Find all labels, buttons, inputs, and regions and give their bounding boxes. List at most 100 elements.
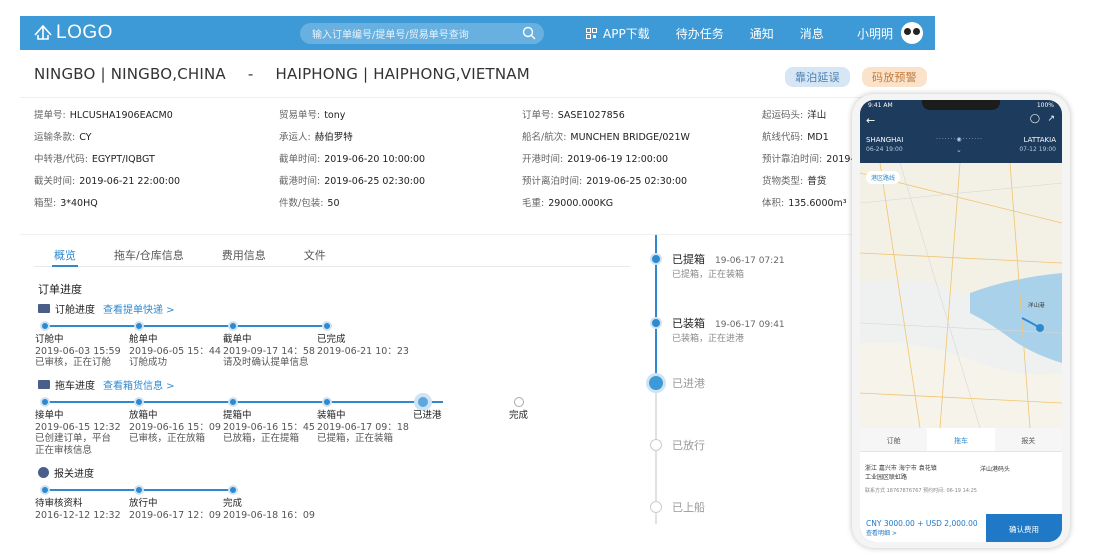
phone-price[interactable]: CNY 3000.00 + USD 2,000.00 查看明细 >	[860, 514, 986, 542]
info-label: 箱型:	[34, 198, 57, 209]
info-label: 提单号:	[34, 110, 66, 121]
info-field-c4-2: 预计靠泊时间: 2019-	[762, 151, 854, 165]
timeline-status-label: 已提箱	[672, 253, 705, 266]
search-input[interactable]: 输入订单编号/提单号/贸易单号查询	[300, 23, 544, 44]
tab-truck-warehouse[interactable]: 拖车/仓库信息	[114, 235, 184, 266]
step-t: 已进港	[413, 410, 442, 421]
info-field-c3-4: 毛重: 29000.000KG	[522, 195, 613, 209]
customs-progress-label: 报关进度	[54, 469, 94, 480]
view-bl-express-link[interactable]: 查看提单快递 >	[103, 301, 175, 316]
phone-battery: 100%	[1036, 102, 1054, 109]
customs-track: 待审核资料 2016-12-12 12:32 放行中 2019-06-17 12：09…	[35, 484, 638, 521]
tab-fees[interactable]: 费用信息	[222, 235, 266, 266]
info-value: CY	[79, 132, 92, 143]
timeline-status-label: 已放行	[672, 439, 705, 452]
info-label: 货物类型:	[762, 176, 804, 187]
nav-app-download[interactable]: APP下载	[586, 25, 650, 42]
booking-step-dot	[322, 321, 332, 331]
phone-screen: 9:41 AM 100% ← ◯ ↗ SHANGHAI 06-24 19:00 …	[860, 100, 1062, 542]
route-bar: NINGBO | NINGBO,CHINA - HAIPHONG | HAIPH…	[20, 50, 935, 98]
avatar[interactable]	[901, 22, 923, 44]
share-icon[interactable]: ↗	[1047, 114, 1055, 124]
top-nav: APP下载 待办任务 通知 消息	[586, 16, 850, 50]
confirm-fee-button[interactable]: 确认费用	[986, 514, 1062, 542]
booking-progress-label: 订舱进度	[55, 305, 95, 316]
phone-tab-booking[interactable]: 订舱	[860, 428, 927, 451]
timeline-status: 已上船	[672, 499, 715, 515]
timeline-status: 已装箱 19-06-17 09:41	[672, 315, 785, 331]
phone-tab-truck[interactable]: 拖车	[927, 428, 995, 451]
nav-notice[interactable]: 通知	[750, 25, 774, 42]
timeline-status-label: 已装箱	[672, 317, 705, 330]
route-separator: -	[247, 64, 254, 83]
timeline-status-label: 已上船	[672, 501, 705, 514]
route-map[interactable]: 港区路线 洋山港	[860, 163, 1062, 428]
map-route-chip[interactable]: 港区路线	[866, 171, 901, 184]
info-value: 2019-06-19 12:00:00	[567, 154, 669, 165]
route-dots: ·······◉·······	[936, 136, 983, 143]
chevron-down-icon[interactable]: ⌄	[956, 146, 962, 154]
timeline-substatus: 已装箱，正在进港	[672, 334, 745, 344]
logo[interactable]: LOGO	[32, 22, 113, 44]
info-field-c4-3: 货物类型: 普货	[762, 173, 826, 187]
step-d: 2019-09-17 14：58	[223, 345, 315, 357]
info-value: 赫伯罗特	[314, 132, 353, 143]
support-icon[interactable]: ◯	[1030, 114, 1040, 124]
user-menu[interactable]: 小明明	[857, 22, 923, 44]
timeline-node	[646, 373, 666, 393]
info-value: 135.6000m³	[788, 198, 847, 209]
nav-todo[interactable]: 待办任务	[676, 25, 724, 42]
phone-price-text: CNY 3000.00 + USD 2,000.00	[866, 519, 978, 528]
status-badge-stacking-warning[interactable]: 码放预警	[862, 67, 927, 87]
nav-message[interactable]: 消息	[800, 25, 824, 42]
step-d: 2016-12-12 12:32	[35, 509, 121, 521]
truck-step: 完成	[509, 410, 528, 422]
info-label: 件数/包装:	[279, 198, 324, 209]
phone-price-detail-link[interactable]: 查看明细 >	[866, 528, 986, 537]
route-destination: HAIPHONG | HAIPHONG,VIETNAM	[275, 64, 530, 83]
card-address-1: 浙江 嘉兴市 海宁市 袁花镇	[865, 465, 937, 472]
search-icon[interactable]	[522, 26, 536, 40]
booking-progress-header: 订舱进度 查看提单快递 >	[38, 301, 638, 316]
phone-truck-card: 浙江 嘉兴市 海宁市 袁花镇 工业园区联虹路 洋山港码头 联系方式 187678…	[860, 452, 1062, 514]
truck-step: 提箱中 2019-06-16 15：45 已放箱，正在提箱	[223, 410, 315, 445]
booking-step: 截单中 2019-09-17 14：58 请及时确认提单信息	[223, 334, 315, 369]
truck-step-dot	[322, 397, 332, 407]
card-destination: 洋山港码头	[980, 466, 1011, 473]
step-t: 装箱中	[317, 410, 346, 421]
step-t: 完成	[509, 410, 529, 421]
info-label: 贸易单号:	[279, 110, 321, 121]
timeline-status-label: 已进港	[672, 377, 705, 390]
timeline-time: 19-06-17 07:21	[715, 256, 785, 266]
customs-step: 完成 2019-06-18 16：09	[223, 498, 315, 521]
step-d: 2019-06-17 12：09	[129, 509, 221, 521]
phone-tab-customs[interactable]: 报关	[995, 428, 1062, 451]
nav-app-download-label: APP下载	[603, 26, 650, 41]
info-field-c3-0: 订单号: SASE1027856	[522, 107, 625, 121]
step-t: 完成	[223, 498, 243, 509]
info-label: 截港时间:	[279, 176, 321, 187]
booking-step: 舱单中 2019-06-05 15：44 订舱成功	[129, 334, 221, 369]
truck-step-dot	[514, 397, 524, 407]
step-d: 2019-06-16 15：09	[129, 421, 221, 433]
customs-progress: 报关进度 待审核资料 2016-12-12 12:32 放行中 2019-06-17 …	[35, 465, 638, 521]
search-placeholder: 输入订单编号/提单号/贸易单号查询	[312, 30, 469, 41]
tab-overview[interactable]: 概览	[52, 235, 78, 267]
tab-files[interactable]: 文件	[304, 235, 326, 266]
ship-logo-icon	[34, 24, 52, 40]
booking-step-dot	[228, 321, 238, 331]
map-graphic	[860, 163, 1062, 428]
phone-from-date: 06-24 19:00	[866, 146, 903, 153]
status-badge-berth-delay[interactable]: 靠泊延误	[785, 67, 850, 87]
info-field-c2-1: 承运人: 赫伯罗特	[279, 129, 353, 143]
info-value: EGYPT/IQBGT	[91, 154, 155, 165]
truck-step: 已进港	[413, 410, 442, 422]
truck-track: 接单中 2019-06-15 12:32 已创建订单，平台 正在审核信息 放箱中 2019…	[35, 393, 638, 456]
customs-progress-header: 报关进度	[38, 465, 638, 480]
info-label: 订单号:	[522, 110, 554, 121]
info-field-c2-4: 件数/包装: 50	[279, 195, 340, 209]
back-arrow-icon[interactable]: ←	[866, 114, 875, 127]
info-label: 航线代码:	[762, 132, 804, 143]
view-container-info-link[interactable]: 查看箱货信息 >	[103, 377, 175, 392]
step-t: 截单中	[223, 334, 252, 345]
